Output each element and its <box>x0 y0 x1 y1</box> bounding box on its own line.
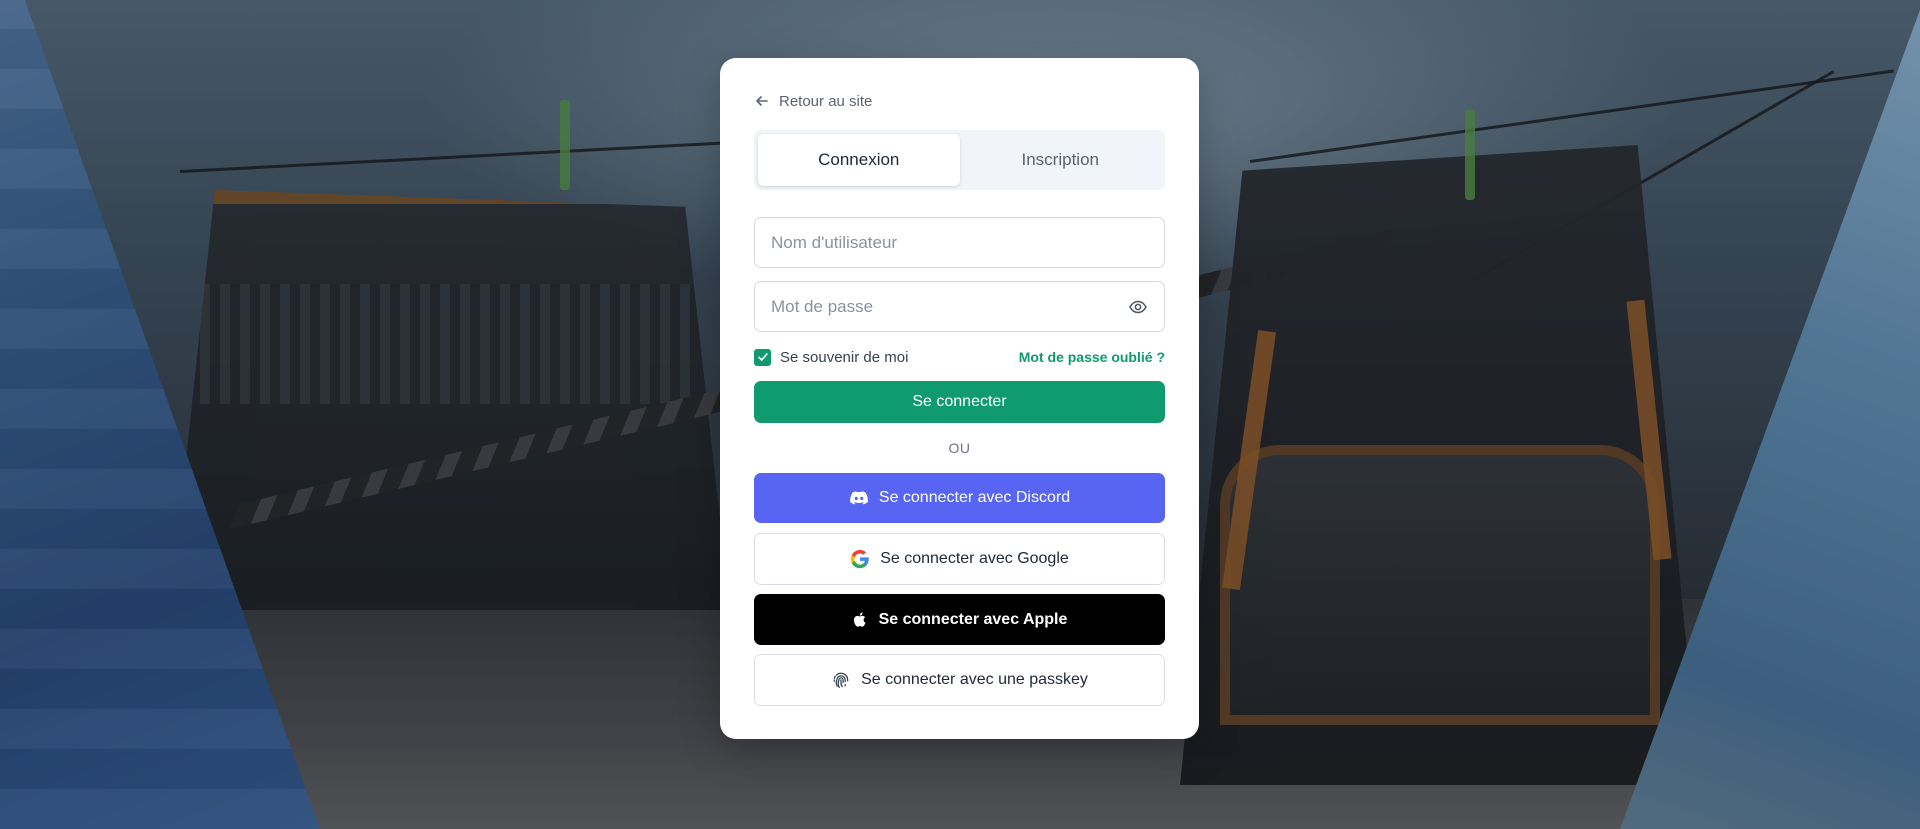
fingerprint-icon <box>833 672 849 689</box>
tab-connexion[interactable]: Connexion <box>758 134 960 186</box>
discord-login-button[interactable]: Se connecter avec Discord <box>754 473 1165 523</box>
remember-me-label: Se souvenir de moi <box>780 348 909 366</box>
apple-login-label: Se connecter avec Apple <box>878 610 1068 628</box>
username-field-wrapper <box>754 217 1165 268</box>
login-submit-button[interactable]: Se connecter <box>754 381 1165 423</box>
forgot-password-link[interactable]: Mot de passe oublié ? <box>1019 349 1165 365</box>
apple-icon <box>853 612 866 627</box>
arrow-left-icon <box>756 96 768 106</box>
password-field-wrapper <box>754 281 1165 332</box>
passkey-login-label: Se connecter avec une passkey <box>861 671 1088 688</box>
passkey-login-button[interactable]: Se connecter avec une passkey <box>754 654 1165 706</box>
back-link-label: Retour au site <box>779 92 873 110</box>
remember-me-checkbox[interactable]: Se souvenir de moi <box>754 348 909 366</box>
discord-icon <box>850 491 868 505</box>
login-options-row: Se souvenir de moi Mot de passe oublié ? <box>754 347 1165 367</box>
auth-tabs: Connexion Inscription <box>754 130 1165 190</box>
login-card: Retour au site Connexion Inscription Se … <box>720 58 1199 739</box>
password-input[interactable] <box>771 296 1128 317</box>
google-login-button[interactable]: Se connecter avec Google <box>754 533 1165 585</box>
login-submit-label: Se connecter <box>912 393 1007 410</box>
apple-login-button[interactable]: Se connecter avec Apple <box>754 594 1165 645</box>
or-divider: OU <box>948 440 971 456</box>
eye-icon[interactable] <box>1128 297 1148 317</box>
username-input[interactable] <box>771 232 1148 253</box>
google-icon <box>851 549 869 569</box>
google-login-label: Se connecter avec Google <box>880 550 1069 567</box>
discord-login-label: Se connecter avec Discord <box>878 489 1071 506</box>
checkbox-checked-icon[interactable] <box>754 348 771 366</box>
tab-inscription[interactable]: Inscription <box>960 134 1162 186</box>
back-to-site-link[interactable]: Retour au site <box>754 91 872 111</box>
